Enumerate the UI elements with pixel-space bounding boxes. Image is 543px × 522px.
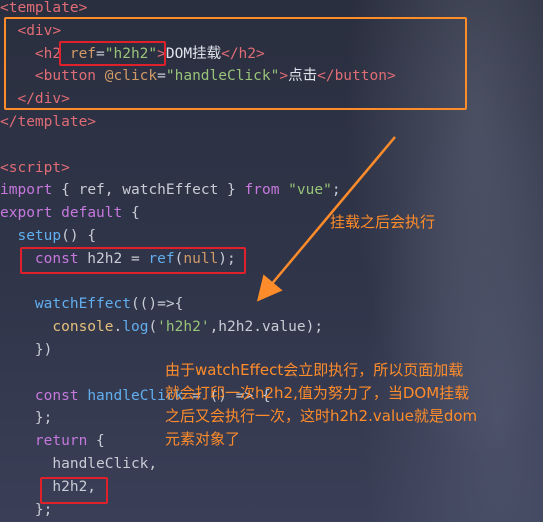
- explanation-annotation: 由于watchEffect会立即执行，所以页面加载 就会打印一次h2h2,值为努…: [165, 361, 478, 448]
- mounted-annotation: 挂载之后会执行: [330, 213, 436, 231]
